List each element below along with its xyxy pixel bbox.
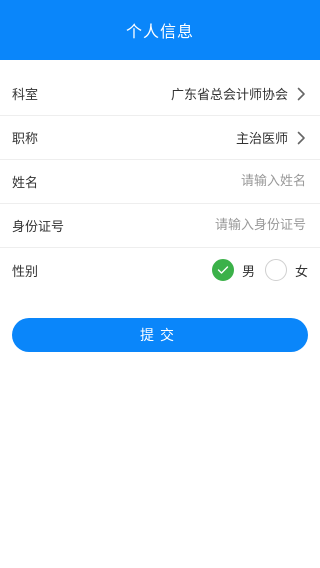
chevron-right-icon (294, 87, 308, 101)
name-label: 姓名 (12, 176, 39, 191)
gender-label: 性别 (12, 264, 39, 280)
radio-unchecked-icon[interactable] (264, 259, 287, 281)
page-header: 个人信息 (0, 0, 320, 60)
title-value: 主治医师 (235, 132, 288, 147)
gender-female-label: 女 (294, 264, 308, 280)
title-label: 职称 (12, 132, 39, 147)
title-row[interactable]: 职称 主治医师 (0, 116, 320, 160)
id-number-input[interactable] (64, 217, 308, 234)
name-input[interactable] (38, 173, 308, 190)
id-number-row: 身份证号 (0, 204, 320, 248)
check-icon (217, 266, 229, 274)
id-number-label: 身份证号 (12, 220, 65, 235)
name-row: 姓名 (0, 160, 320, 204)
department-value: 广东省总会计师协会 (170, 88, 288, 103)
submit-button[interactable]: 提交 (12, 318, 308, 352)
gender-male-option[interactable]: 男 (211, 259, 255, 281)
gender-male-label: 男 (241, 264, 255, 280)
gender-radio-group: 男 女 (38, 259, 308, 281)
page-title: 个人信息 (125, 22, 194, 41)
department-label: 科室 (12, 88, 39, 103)
chevron-right-icon (294, 131, 308, 145)
radio-checked-icon[interactable] (211, 259, 234, 281)
personal-info-form: 科室 广东省总会计师协会 职称 主治医师 姓名 身份证号 性别 男 (0, 72, 320, 292)
gender-row: 性别 男 女 (0, 248, 320, 292)
department-row[interactable]: 科室 广东省总会计师协会 (0, 72, 320, 116)
gender-female-option[interactable]: 女 (264, 259, 308, 281)
